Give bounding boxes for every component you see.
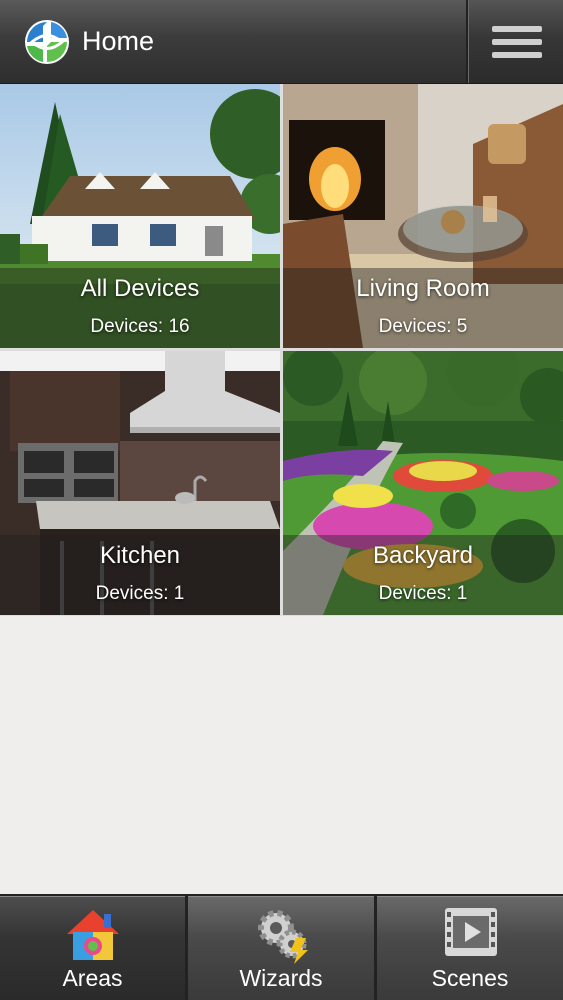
area-name: Kitchen <box>99 542 181 569</box>
app-header: Home <box>0 0 563 84</box>
hamburger-menu-icon <box>492 26 542 58</box>
device-count: Devices: 1 <box>378 583 468 604</box>
areas-grid: All Devices Devices: 16 Living Room Devi… <box>0 84 563 616</box>
tab-wizards[interactable]: Wizards <box>188 896 374 1000</box>
device-count: Devices: 1 <box>95 583 185 604</box>
area-tile-living-room[interactable]: Living Room Devices: 5 <box>283 84 563 348</box>
house-icon <box>67 910 119 960</box>
area-name: All Devices <box>80 275 200 302</box>
device-count: Devices: 5 <box>378 316 468 337</box>
area-tile-kitchen[interactable]: Kitchen Devices: 1 <box>0 351 280 615</box>
tab-scenes[interactable]: Scenes <box>377 896 563 1000</box>
device-count: Devices: 16 <box>90 316 190 337</box>
area-name: Backyard <box>372 542 474 569</box>
tab-label: Wizards <box>239 965 323 991</box>
area-name: Living Room <box>356 275 490 302</box>
area-tile-all-devices[interactable]: All Devices Devices: 16 <box>0 84 280 348</box>
bottom-tab-bar: Areas Wizards Scenes <box>0 894 563 1000</box>
film-icon <box>445 908 497 956</box>
app-logo-icon <box>25 20 69 64</box>
tab-label: Scenes <box>431 965 509 991</box>
tab-label: Areas <box>62 965 123 991</box>
area-tile-backyard[interactable]: Backyard Devices: 1 <box>283 351 563 615</box>
tab-areas[interactable]: Areas <box>0 896 185 1000</box>
gears-icon <box>258 910 308 964</box>
menu-button[interactable] <box>466 0 563 83</box>
page-title: Home <box>82 26 155 56</box>
